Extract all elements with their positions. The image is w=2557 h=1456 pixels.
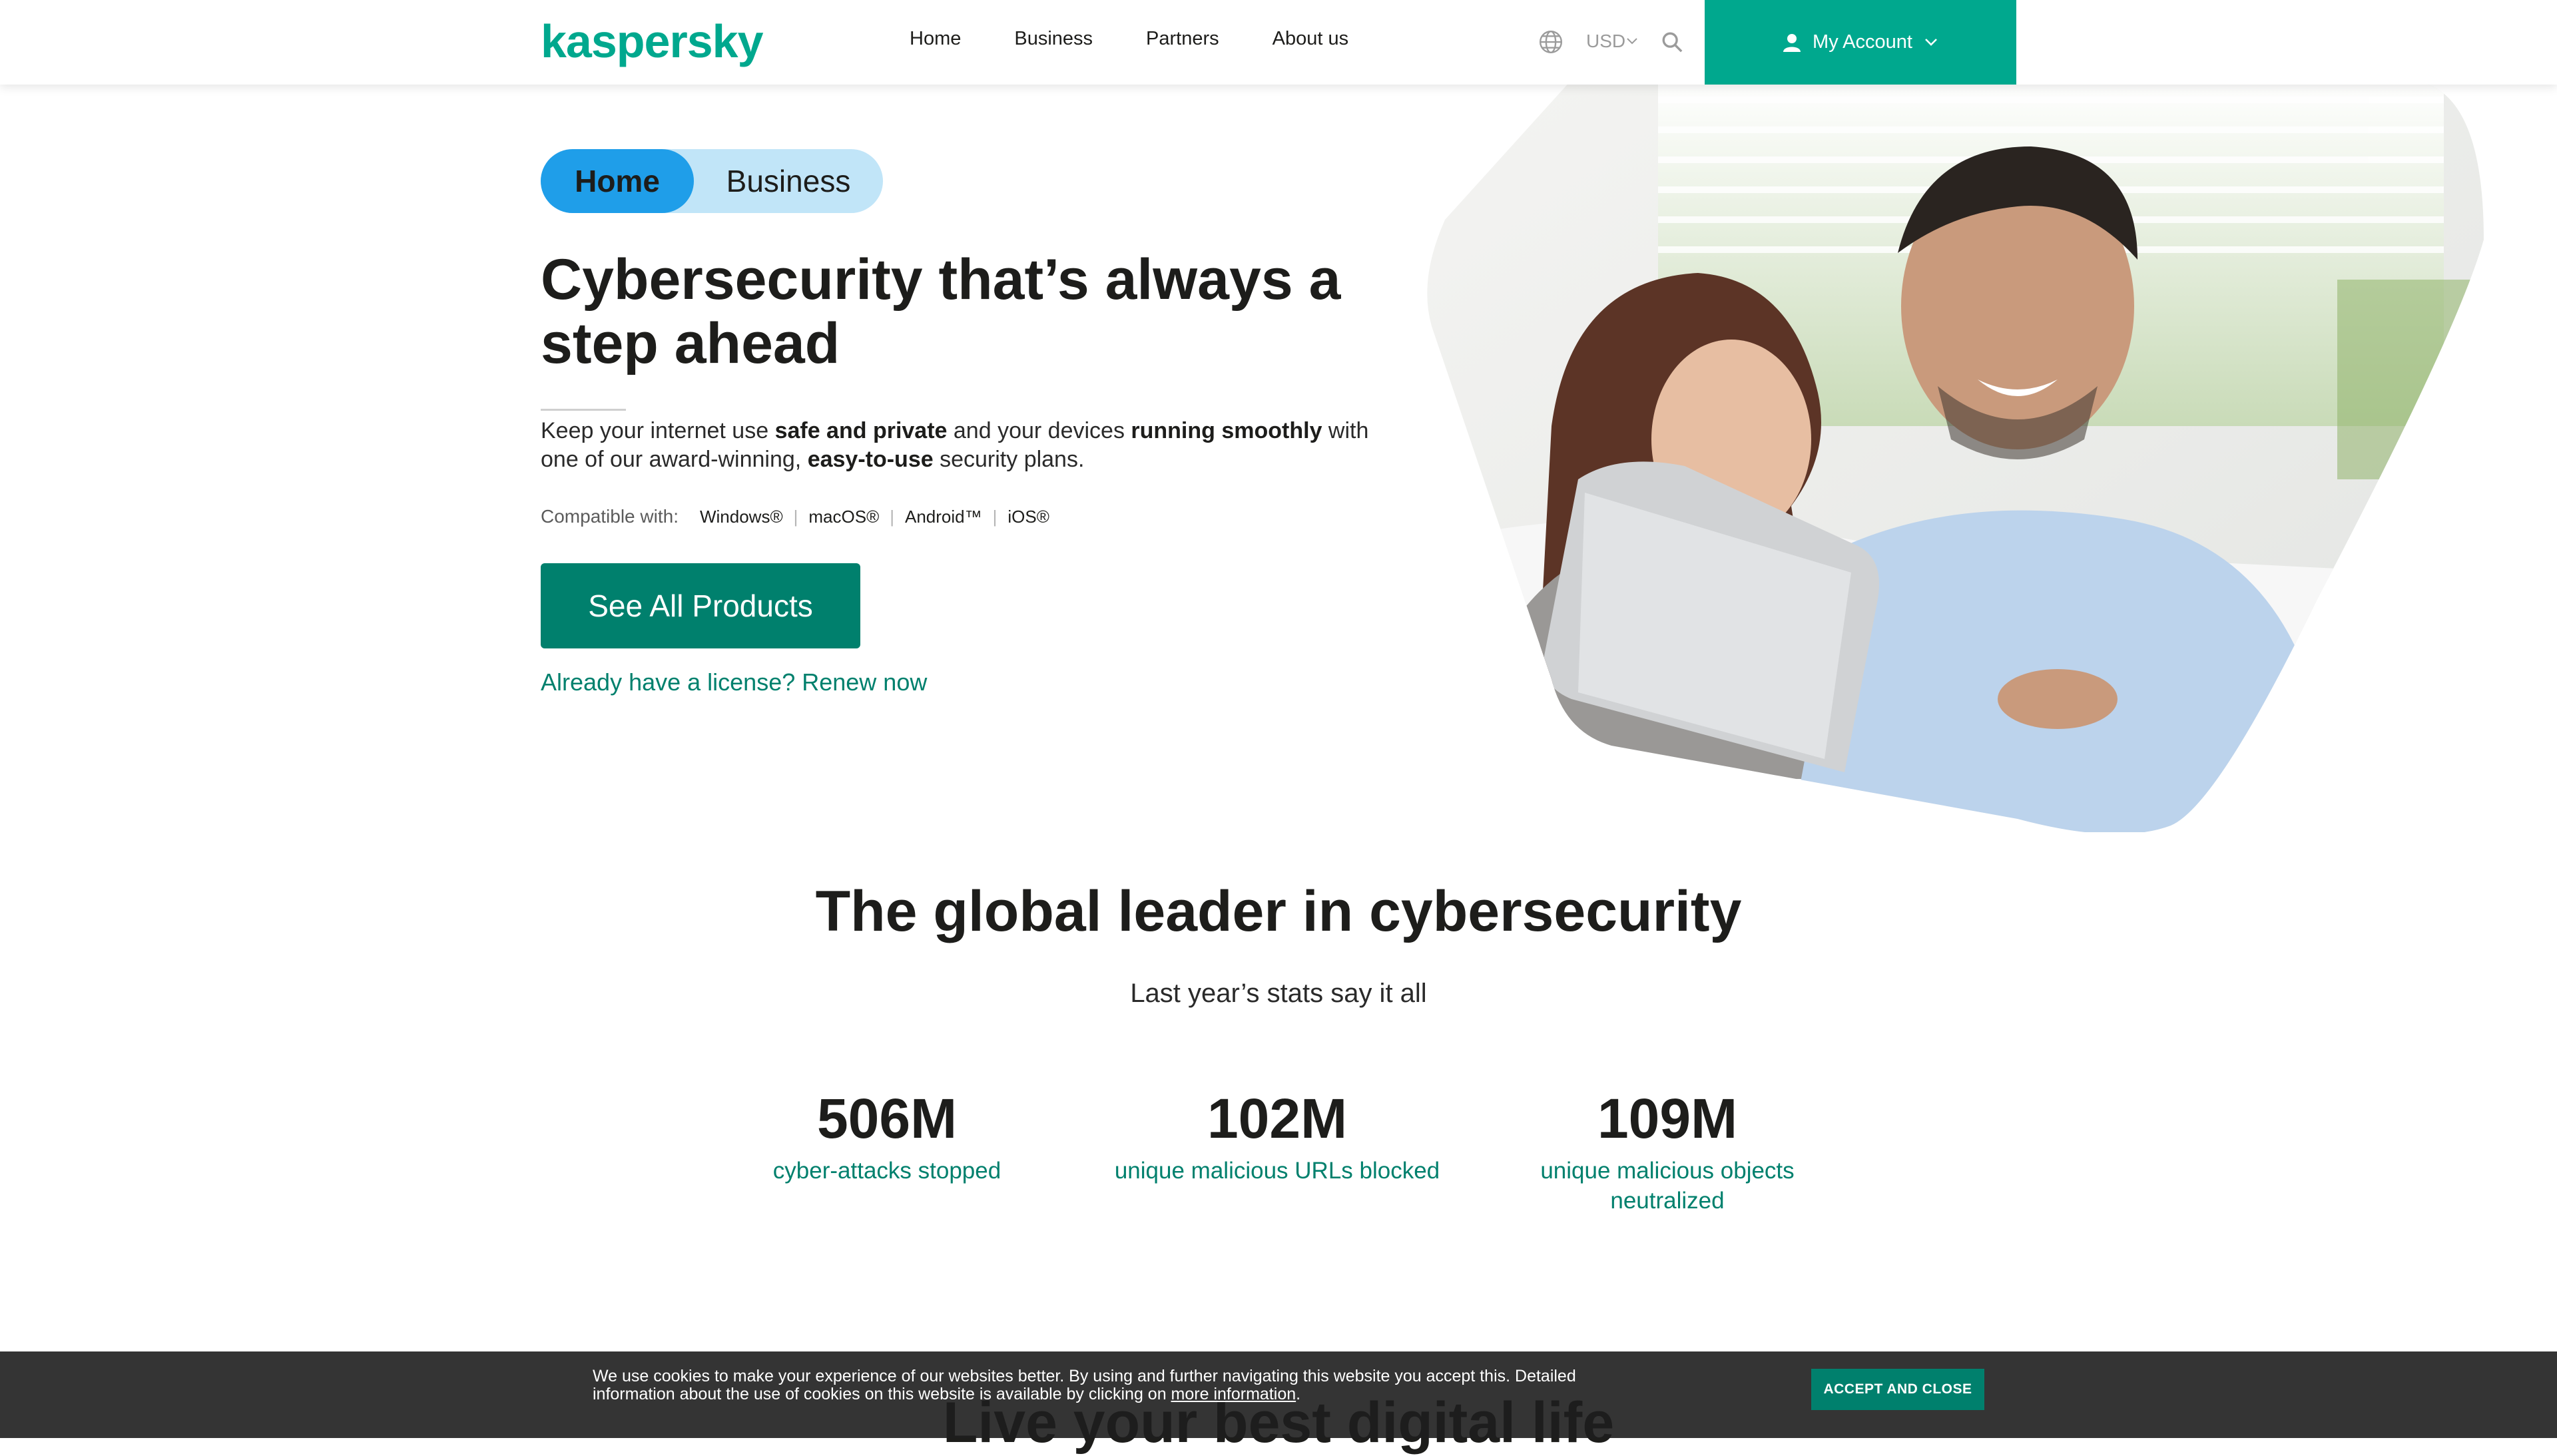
stat-value: 102M [1207, 1087, 1348, 1150]
cookie-banner: We use cookies to make your experience o… [0, 1351, 2557, 1438]
os-macos: macOS® [808, 506, 880, 527]
os-windows: Windows® [699, 506, 783, 527]
toggle-business[interactable]: Business [694, 149, 883, 213]
chevron-down-icon [1925, 38, 1937, 46]
title-divider [541, 409, 626, 411]
os-ios: iOS® [1007, 506, 1049, 527]
os-separator: | [992, 506, 997, 527]
desc-text: Keep your internet use [541, 418, 775, 443]
stat-value: 506M [816, 1087, 958, 1150]
renew-license-link[interactable]: Already have a license? Renew now [541, 668, 927, 696]
kaspersky-logo[interactable]: kaspersky [541, 15, 764, 68]
see-all-products-button[interactable]: See All Products [541, 563, 860, 648]
chevron-down-icon[interactable] [1626, 37, 1638, 45]
desc-bold: safe and private [774, 418, 948, 443]
home-business-toggle[interactable]: Home Business [541, 149, 883, 213]
nav-home[interactable]: Home [910, 28, 961, 50]
cookie-text: We use cookies to make your experience o… [593, 1367, 1658, 1403]
os-separator: | [890, 506, 894, 527]
toggle-home[interactable]: Home [541, 149, 694, 213]
cookie-more-info-link[interactable]: more information [1171, 1385, 1296, 1403]
desc-text: and your devices [947, 418, 1131, 443]
stat-label: unique malicious URLs blocked [1114, 1158, 1440, 1184]
accept-and-close-button[interactable]: ACCEPT AND CLOSE [1811, 1369, 1984, 1410]
os-separator: | [793, 506, 798, 527]
main-nav: Home Business Partners About us [910, 28, 1348, 50]
compatibility-row: Compatible with: Windows® | macOS® | And… [541, 506, 1049, 527]
globe-icon[interactable] [1538, 29, 1563, 55]
nav-partners[interactable]: Partners [1146, 28, 1219, 50]
stats-section-subtitle: Last year’s stats say it all [1130, 979, 1427, 1008]
user-icon [1783, 33, 1801, 52]
stat-label: unique malicious objects neutralized [1540, 1158, 1795, 1214]
cookie-message: We use cookies to make your experience o… [593, 1367, 1576, 1403]
desc-text: security plans. [933, 447, 1085, 472]
desc-bold: running smoothly [1131, 418, 1322, 443]
nav-business[interactable]: Business [1014, 28, 1093, 50]
desc-bold: easy-to-use [807, 447, 934, 472]
site-header: kaspersky Home Business Partners About u… [0, 0, 2557, 85]
stat-item: 109M unique malicious objects neutralize… [1494, 1085, 1841, 1216]
stat-label: cyber-attacks stopped [772, 1158, 1001, 1184]
os-android: Android™ [905, 506, 982, 527]
my-account-button[interactable]: My Account [1705, 0, 2016, 85]
my-account-label: My Account [1813, 31, 1912, 53]
currency-selector[interactable]: USD [1586, 31, 1625, 52]
nav-about-us[interactable]: About us [1273, 28, 1348, 50]
compat-label: Compatible with: [541, 506, 679, 527]
cookie-end: . [1296, 1385, 1301, 1403]
stats-section-title: The global leader in cybersecurity [815, 879, 1742, 943]
stat-item: 102M unique malicious URLs blocked [1104, 1085, 1450, 1186]
hero-title: Cybersecurity that’s always a step ahead [541, 248, 1341, 375]
stat-value: 109M [1597, 1087, 1738, 1150]
hero-photo-couple-laptop [1427, 80, 2484, 832]
hero-description: Keep your internet use safe and private … [541, 417, 1406, 474]
stat-item: 506M cyber-attacks stopped [714, 1085, 1060, 1186]
search-icon[interactable] [1661, 31, 1683, 53]
